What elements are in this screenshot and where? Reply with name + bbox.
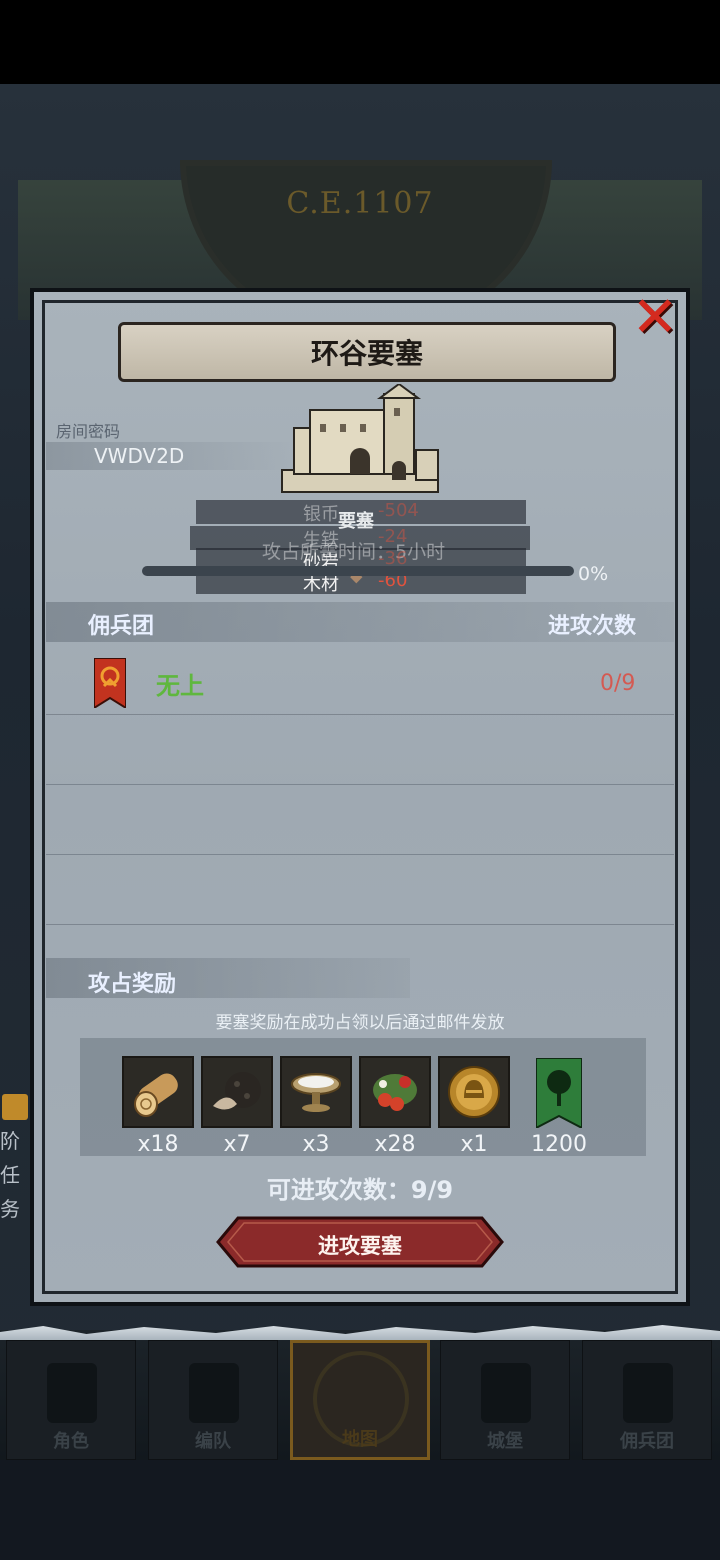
resource-value-silver: -504	[378, 500, 419, 521]
status-bar	[0, 0, 720, 84]
nav-tab-mercenary[interactable]: 佣兵团	[582, 1340, 712, 1460]
close-icon: ✕	[631, 285, 679, 350]
room-password-value[interactable]: VWDV2D	[94, 444, 184, 468]
row-divider	[46, 714, 674, 715]
reward-qty-truffle: x7	[223, 1132, 251, 1157]
side-label-stage: 阶	[0, 1129, 20, 1153]
flag-knight-icon	[623, 1363, 673, 1423]
row-divider	[46, 924, 674, 925]
era-label: C.E.1107	[286, 186, 434, 221]
row-divider	[46, 854, 674, 855]
system-nav-area	[0, 1460, 720, 1560]
attack-fortress-button[interactable]: 进攻要塞	[216, 1216, 504, 1268]
nav-label: 角色	[53, 1431, 89, 1452]
attack-button-label: 进攻要塞	[318, 1234, 402, 1258]
nav-label: 编队	[195, 1431, 231, 1452]
wood-log-icon	[134, 1073, 178, 1117]
occupy-time: 攻占所需时间：5小时	[262, 541, 446, 563]
reward-qty-berries: x28	[374, 1132, 416, 1157]
reward-qty-coin: x1	[460, 1132, 488, 1157]
nav-tab-map[interactable]: 地图	[290, 1340, 430, 1460]
tree-banner-icon[interactable]	[536, 1058, 582, 1128]
row-divider	[46, 784, 674, 785]
occupy-progress-bar	[142, 566, 574, 576]
berries-icon	[373, 1074, 417, 1111]
title-plate: 环谷要塞	[118, 322, 616, 382]
crossed-swords-icon[interactable]	[2, 1094, 28, 1120]
castle-icon	[481, 1363, 531, 1423]
reward-qty-banner: 1200	[531, 1132, 587, 1157]
guild-name[interactable]: 无上	[156, 666, 204, 701]
guild-banner-icon	[94, 658, 126, 708]
truffle-icon	[213, 1072, 261, 1110]
helmet-icon	[189, 1363, 239, 1423]
nav-tab-formation[interactable]: 编队	[148, 1340, 278, 1460]
resource-name-silver: 银币	[303, 504, 339, 525]
reward-slot-coin[interactable]	[438, 1056, 510, 1128]
reward-slot-wood[interactable]	[122, 1056, 194, 1128]
salt-dish-icon	[291, 1073, 341, 1112]
reward-note: 要塞奖励在成功占领以后通过邮件发放	[215, 1013, 505, 1033]
nav-label: 城堡	[487, 1431, 523, 1452]
nav-label: 地图	[342, 1429, 378, 1450]
nav-tab-character[interactable]: 角色	[6, 1340, 136, 1460]
reward-qty-salt: x3	[302, 1132, 330, 1157]
nav-label: 佣兵团	[620, 1431, 674, 1452]
fortress-label: 要塞	[338, 511, 374, 532]
fortress-icon	[281, 384, 439, 493]
guild-attack-count: 0/9	[600, 671, 636, 696]
close-button[interactable]: ✕	[622, 288, 688, 348]
dialog-title: 环谷要塞	[310, 337, 423, 370]
remaining-attempts: 可进攻次数：9/9	[266, 1176, 454, 1204]
reward-slot-berries[interactable]	[359, 1056, 431, 1128]
reward-slot-salt[interactable]	[280, 1056, 352, 1128]
knight-icon	[47, 1363, 97, 1423]
knight-helmet-coin-icon	[448, 1066, 500, 1118]
attack-count-column-header: 进攻次数	[548, 614, 637, 639]
occupy-progress-percent: 0%	[578, 563, 609, 585]
guild-column-header: 佣兵团	[88, 614, 155, 639]
reward-qty-wood: x18	[137, 1132, 179, 1157]
room-password-label: 房间密码	[56, 422, 121, 441]
nav-tab-castle[interactable]: 城堡	[440, 1340, 570, 1460]
reward-slot-truffle[interactable]	[201, 1056, 273, 1128]
reward-header: 攻占奖励	[88, 972, 177, 997]
